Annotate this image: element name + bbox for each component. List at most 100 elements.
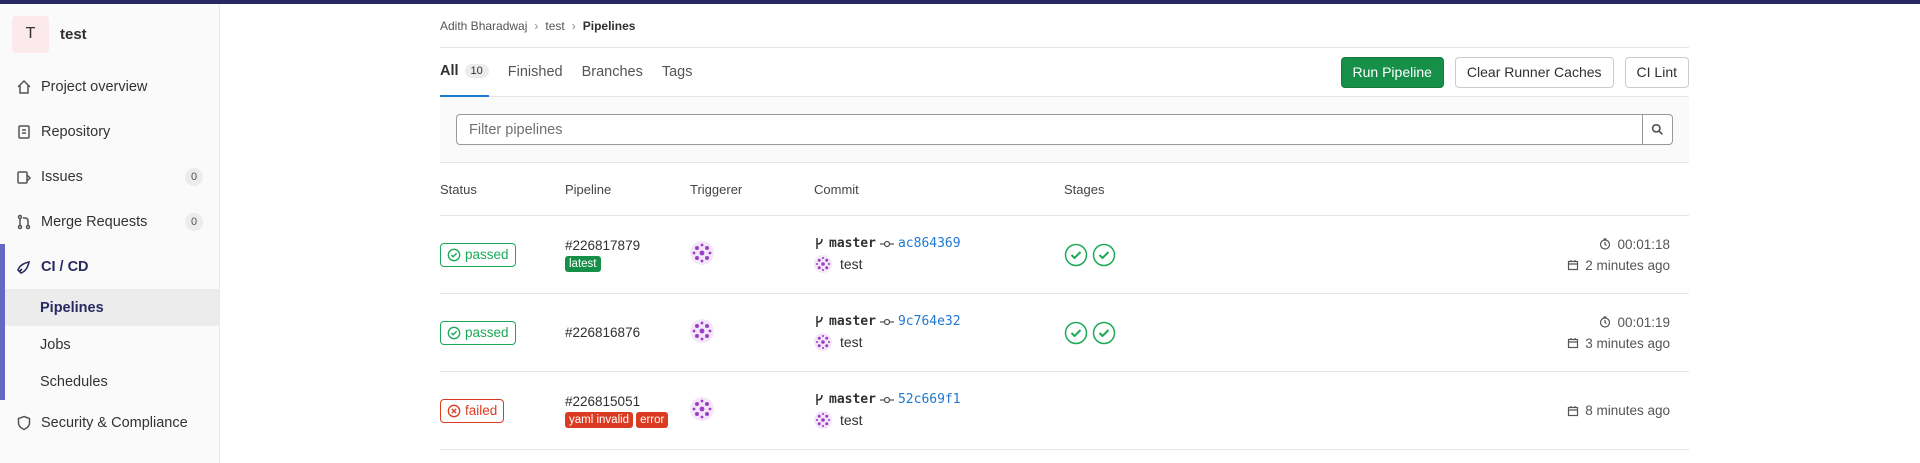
merge-icon bbox=[16, 214, 32, 230]
tab-finished[interactable]: Finished bbox=[508, 48, 563, 97]
header-triggerer: Triggerer bbox=[690, 181, 743, 197]
tab-branches[interactable]: Branches bbox=[582, 48, 643, 97]
commit-icon bbox=[879, 318, 894, 325]
commit-sha-link[interactable]: 9c764e32 bbox=[898, 314, 961, 329]
clock-icon bbox=[1600, 238, 1611, 250]
sidebar: T test Project overview Repository Issue… bbox=[0, 4, 220, 463]
calendar-icon bbox=[1568, 260, 1579, 271]
breadcrumb-item-project[interactable]: test bbox=[545, 19, 564, 33]
branch-link[interactable]: master bbox=[829, 392, 876, 407]
pipeline-cell: #226816876 bbox=[565, 325, 640, 340]
error-circle-icon bbox=[447, 404, 461, 417]
stages-cell bbox=[1064, 243, 1116, 267]
stage-passed-icon[interactable] bbox=[1064, 243, 1088, 267]
project-name: test bbox=[60, 25, 87, 43]
merge-requests-count-badge: 0 bbox=[185, 213, 203, 231]
triggerer-cell[interactable] bbox=[690, 241, 714, 268]
status-text: failed bbox=[465, 403, 498, 418]
pipeline-label-badge: error bbox=[636, 411, 669, 428]
tab-label: All bbox=[440, 63, 459, 79]
calendar-icon bbox=[1568, 338, 1579, 349]
filter-pipelines-input[interactable]: Filter pipelines bbox=[456, 114, 1643, 145]
sidebar-subitem-jobs[interactable]: Jobs bbox=[5, 326, 219, 363]
branch-link[interactable]: master bbox=[829, 236, 876, 251]
check-circle-icon bbox=[447, 248, 461, 261]
tab-count-badge: 10 bbox=[464, 64, 489, 78]
header-commit: Commit bbox=[814, 181, 859, 197]
sidebar-item-merge-requests[interactable]: Merge Requests 0 bbox=[0, 199, 219, 244]
pipeline-finished-ago: 8 minutes ago bbox=[1328, 400, 1670, 421]
stage-passed-icon[interactable] bbox=[1092, 243, 1116, 267]
table-row: passed #226816876 master 9c764e32 test 00… bbox=[440, 294, 1689, 372]
commit-author-avatar bbox=[814, 333, 832, 351]
header-stages: Stages bbox=[1064, 181, 1105, 197]
header-pipeline: Pipeline bbox=[565, 181, 612, 197]
check-circle-icon bbox=[447, 326, 461, 339]
sidebar-item-label: CI / CD bbox=[41, 258, 89, 275]
tab-tags[interactable]: Tags bbox=[662, 48, 693, 97]
pipeline-finished-ago: 3 minutes ago bbox=[1328, 333, 1670, 354]
timing-cell: 8 minutes ago bbox=[1328, 400, 1670, 421]
clear-runner-caches-button[interactable]: Clear Runner Caches bbox=[1454, 56, 1614, 88]
sidebar-item-security-compliance[interactable]: Security & Compliance bbox=[0, 400, 219, 445]
ci-lint-button[interactable]: CI Lint bbox=[1624, 56, 1689, 88]
status-cell: failed bbox=[440, 398, 505, 423]
pipeline-id-link[interactable]: #226815051 bbox=[565, 394, 668, 409]
commit-sha-link[interactable]: ac864369 bbox=[898, 236, 961, 251]
project-header[interactable]: T test bbox=[0, 4, 219, 64]
triggerer-cell[interactable] bbox=[690, 397, 714, 424]
sidebar-item-label: Merge Requests bbox=[41, 213, 148, 230]
commit-cell: master ac864369 test bbox=[814, 236, 961, 273]
sidebar-item-label: Repository bbox=[41, 123, 111, 140]
branch-icon bbox=[816, 316, 823, 327]
issues-icon bbox=[16, 169, 32, 185]
sidebar-subitem-schedules[interactable]: Schedules bbox=[5, 363, 219, 400]
table-row: passed #226817879 latest master ac864369 … bbox=[440, 216, 1689, 294]
sidebar-item-repository[interactable]: Repository bbox=[0, 109, 219, 154]
search-button[interactable] bbox=[1642, 114, 1673, 145]
commit-cell: master 52c669f1 test bbox=[814, 392, 961, 429]
stage-passed-icon[interactable] bbox=[1064, 321, 1088, 345]
table-row: failed #226815051 yaml invalid error mast… bbox=[440, 372, 1689, 450]
commit-sha-link[interactable]: 52c669f1 bbox=[898, 392, 961, 407]
run-pipeline-button[interactable]: Run Pipeline bbox=[1340, 56, 1444, 88]
pipeline-duration: 00:01:18 bbox=[1328, 234, 1670, 255]
breadcrumb-item-current[interactable]: Pipelines bbox=[583, 19, 636, 33]
commit-cell: master 9c764e32 test bbox=[814, 314, 961, 351]
status-cell: passed bbox=[440, 320, 516, 345]
status-badge[interactable]: failed bbox=[440, 398, 505, 423]
pipeline-label-badge: yaml invalid bbox=[565, 411, 634, 428]
pipeline-label-badge: latest bbox=[565, 255, 601, 272]
sidebar-item-label: Project overview bbox=[41, 78, 148, 95]
tab-all[interactable]: All 10 bbox=[440, 48, 489, 97]
sidebar-item-label: Issues bbox=[41, 168, 83, 185]
breadcrumb-item-namespace[interactable]: Adith Bharadwaj bbox=[440, 19, 527, 33]
ago-text: 8 minutes ago bbox=[1585, 403, 1670, 418]
commit-message-link[interactable]: test bbox=[840, 334, 863, 350]
commit-message-link[interactable]: test bbox=[840, 256, 863, 272]
sidebar-item-cicd[interactable]: CI / CD bbox=[5, 244, 219, 289]
commit-icon bbox=[879, 240, 894, 247]
pipeline-id-link[interactable]: #226816876 bbox=[565, 325, 640, 340]
sidebar-item-issues[interactable]: Issues 0 bbox=[0, 154, 219, 199]
shield-icon bbox=[16, 415, 32, 431]
pipeline-duration: 00:01:19 bbox=[1328, 312, 1670, 333]
branch-icon bbox=[816, 238, 823, 249]
triggerer-cell[interactable] bbox=[690, 319, 714, 346]
doc-icon bbox=[16, 124, 32, 140]
status-text: passed bbox=[465, 325, 509, 340]
status-badge[interactable]: passed bbox=[440, 242, 516, 267]
home-icon bbox=[16, 79, 32, 95]
sidebar-item-project-overview[interactable]: Project overview bbox=[0, 64, 219, 109]
pipelines-table-body: passed #226817879 latest master ac864369 … bbox=[440, 216, 1689, 450]
pipeline-id-link[interactable]: #226817879 bbox=[565, 238, 640, 253]
breadcrumb-separator: › bbox=[534, 18, 539, 33]
commit-message-link[interactable]: test bbox=[840, 412, 863, 428]
table-header: Status Pipeline Triggerer Commit Stages bbox=[440, 163, 1689, 216]
pipeline-labels: yaml invalid error bbox=[565, 411, 669, 428]
calendar-icon bbox=[1568, 405, 1579, 416]
status-badge[interactable]: passed bbox=[440, 320, 516, 345]
stage-passed-icon[interactable] bbox=[1092, 321, 1116, 345]
branch-link[interactable]: master bbox=[829, 314, 876, 329]
sidebar-subitem-pipelines[interactable]: Pipelines bbox=[5, 289, 219, 326]
